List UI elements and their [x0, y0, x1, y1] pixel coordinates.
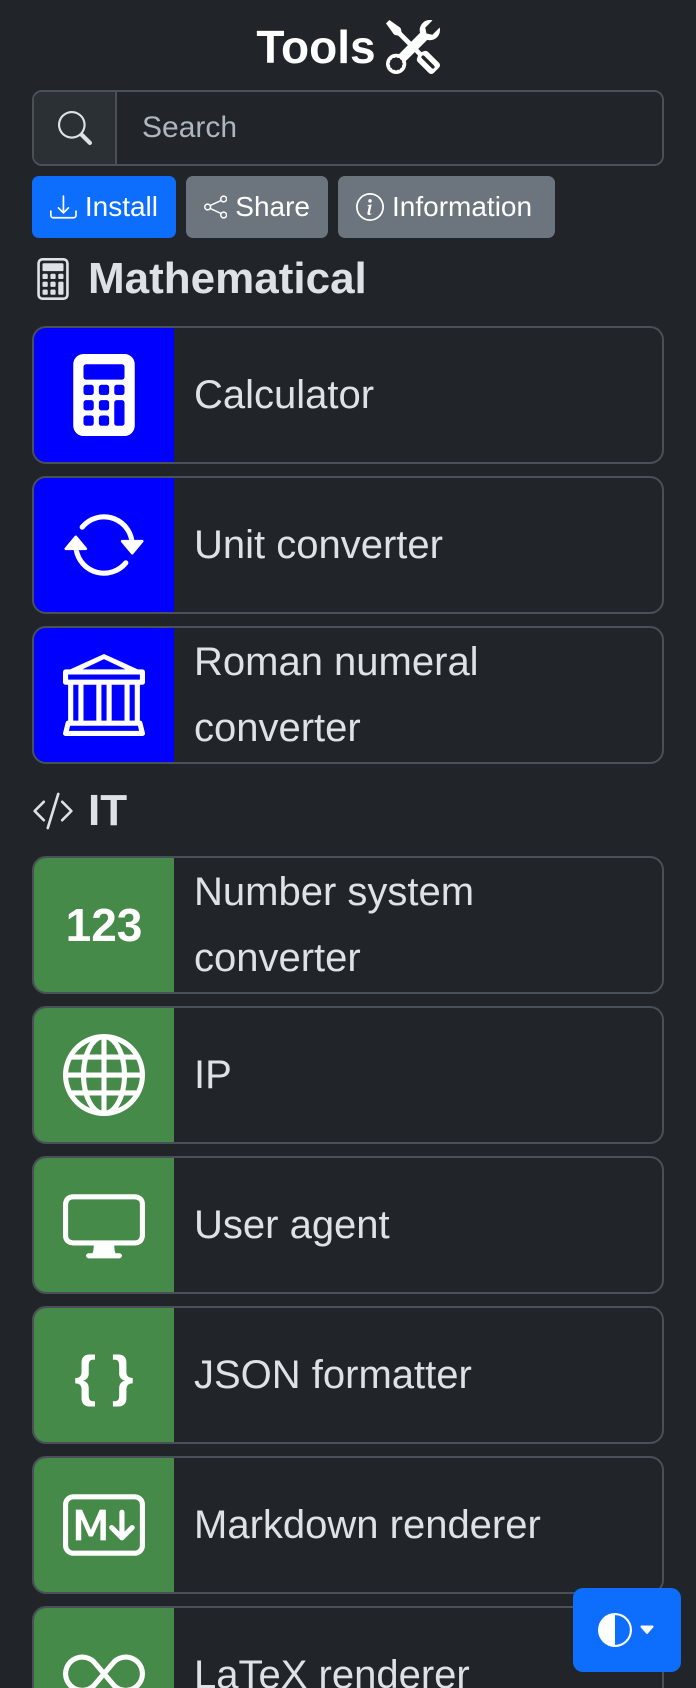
- arrows-cycle-icon: [64, 514, 144, 576]
- code-slash-icon: [33, 792, 73, 830]
- tool-label: Roman numeral converter: [194, 640, 479, 750]
- tool-card-user-agent[interactable]: User agent: [32, 1156, 664, 1294]
- globe-icon: [63, 1034, 145, 1116]
- tool-card-calculator[interactable]: Calculator: [32, 326, 664, 464]
- section-heading-mathematical: Mathematical: [32, 254, 367, 304]
- section-heading-label: IT: [88, 786, 128, 835]
- bank-icon: [63, 654, 145, 736]
- tool-card-markdown-renderer[interactable]: Markdown renderer: [32, 1456, 664, 1594]
- braces-icon: { }: [74, 1343, 134, 1407]
- tool-label: Number system converter: [194, 870, 475, 980]
- tools-icon: [385, 20, 440, 74]
- search-icon: [57, 111, 92, 145]
- page: Tools Install Share: [0, 0, 696, 1688]
- tool-icon-box: [34, 1008, 174, 1142]
- tool-icon-box: [34, 328, 174, 462]
- tool-card-ip[interactable]: IP: [32, 1006, 664, 1144]
- action-buttons: Install Share Information: [32, 176, 555, 238]
- title-text: Tools: [256, 21, 376, 73]
- tool-label: JSON formatter: [194, 1353, 472, 1397]
- share-label: Share: [235, 191, 310, 222]
- tool-card-json-formatter[interactable]: { } JSON formatter: [32, 1306, 664, 1444]
- information-button[interactable]: Information: [338, 176, 555, 238]
- tool-label: IP: [194, 1053, 232, 1097]
- tool-label: Unit converter: [194, 523, 443, 567]
- caret-down-icon: [640, 1625, 654, 1634]
- tool-icon-box: [34, 478, 174, 612]
- tool-icon-box: { }: [34, 1308, 174, 1442]
- share-icon: [204, 195, 228, 219]
- tool-icon-box: [34, 628, 174, 762]
- circle-half-icon: [598, 1613, 632, 1647]
- infinity-icon: [63, 1654, 145, 1688]
- theme-toggle-button[interactable]: [573, 1588, 681, 1672]
- section-heading-label: Mathematical: [88, 254, 367, 303]
- share-button[interactable]: Share: [186, 176, 328, 238]
- tool-label: User agent: [194, 1203, 390, 1247]
- section-heading-it: IT: [32, 786, 127, 836]
- info-circle-icon: [356, 193, 384, 221]
- tool-icon-box: [34, 1158, 174, 1292]
- search-input[interactable]: [117, 92, 662, 164]
- tool-label: Calculator: [194, 373, 375, 417]
- 123-icon: 123: [65, 899, 143, 951]
- tool-label: LaTeX renderer: [194, 1653, 470, 1688]
- information-label: Information: [392, 191, 533, 222]
- tool-card-latex-renderer[interactable]: LaTeX renderer: [32, 1606, 664, 1688]
- page-title: Tools: [0, 14, 696, 80]
- tool-label: Markdown renderer: [194, 1503, 541, 1547]
- monitor-icon: [63, 1194, 145, 1259]
- tool-icon-box: [34, 1458, 174, 1592]
- markdown-icon: [63, 1494, 145, 1556]
- tool-card-roman-numeral-converter[interactable]: Roman numeral converter: [32, 626, 664, 764]
- tool-card-number-system-converter[interactable]: 123 Number system converter: [32, 856, 664, 994]
- download-icon: [50, 195, 77, 219]
- search-bar: [32, 90, 664, 166]
- calculator-icon: [37, 258, 69, 300]
- tool-card-unit-converter[interactable]: Unit converter: [32, 476, 664, 614]
- tool-icon-box: [34, 1608, 174, 1688]
- calculator-icon: [73, 354, 135, 436]
- install-label: Install: [84, 191, 158, 222]
- tool-icon-box: 123: [34, 858, 174, 992]
- install-button[interactable]: Install: [32, 176, 176, 238]
- search-button[interactable]: [34, 92, 117, 164]
